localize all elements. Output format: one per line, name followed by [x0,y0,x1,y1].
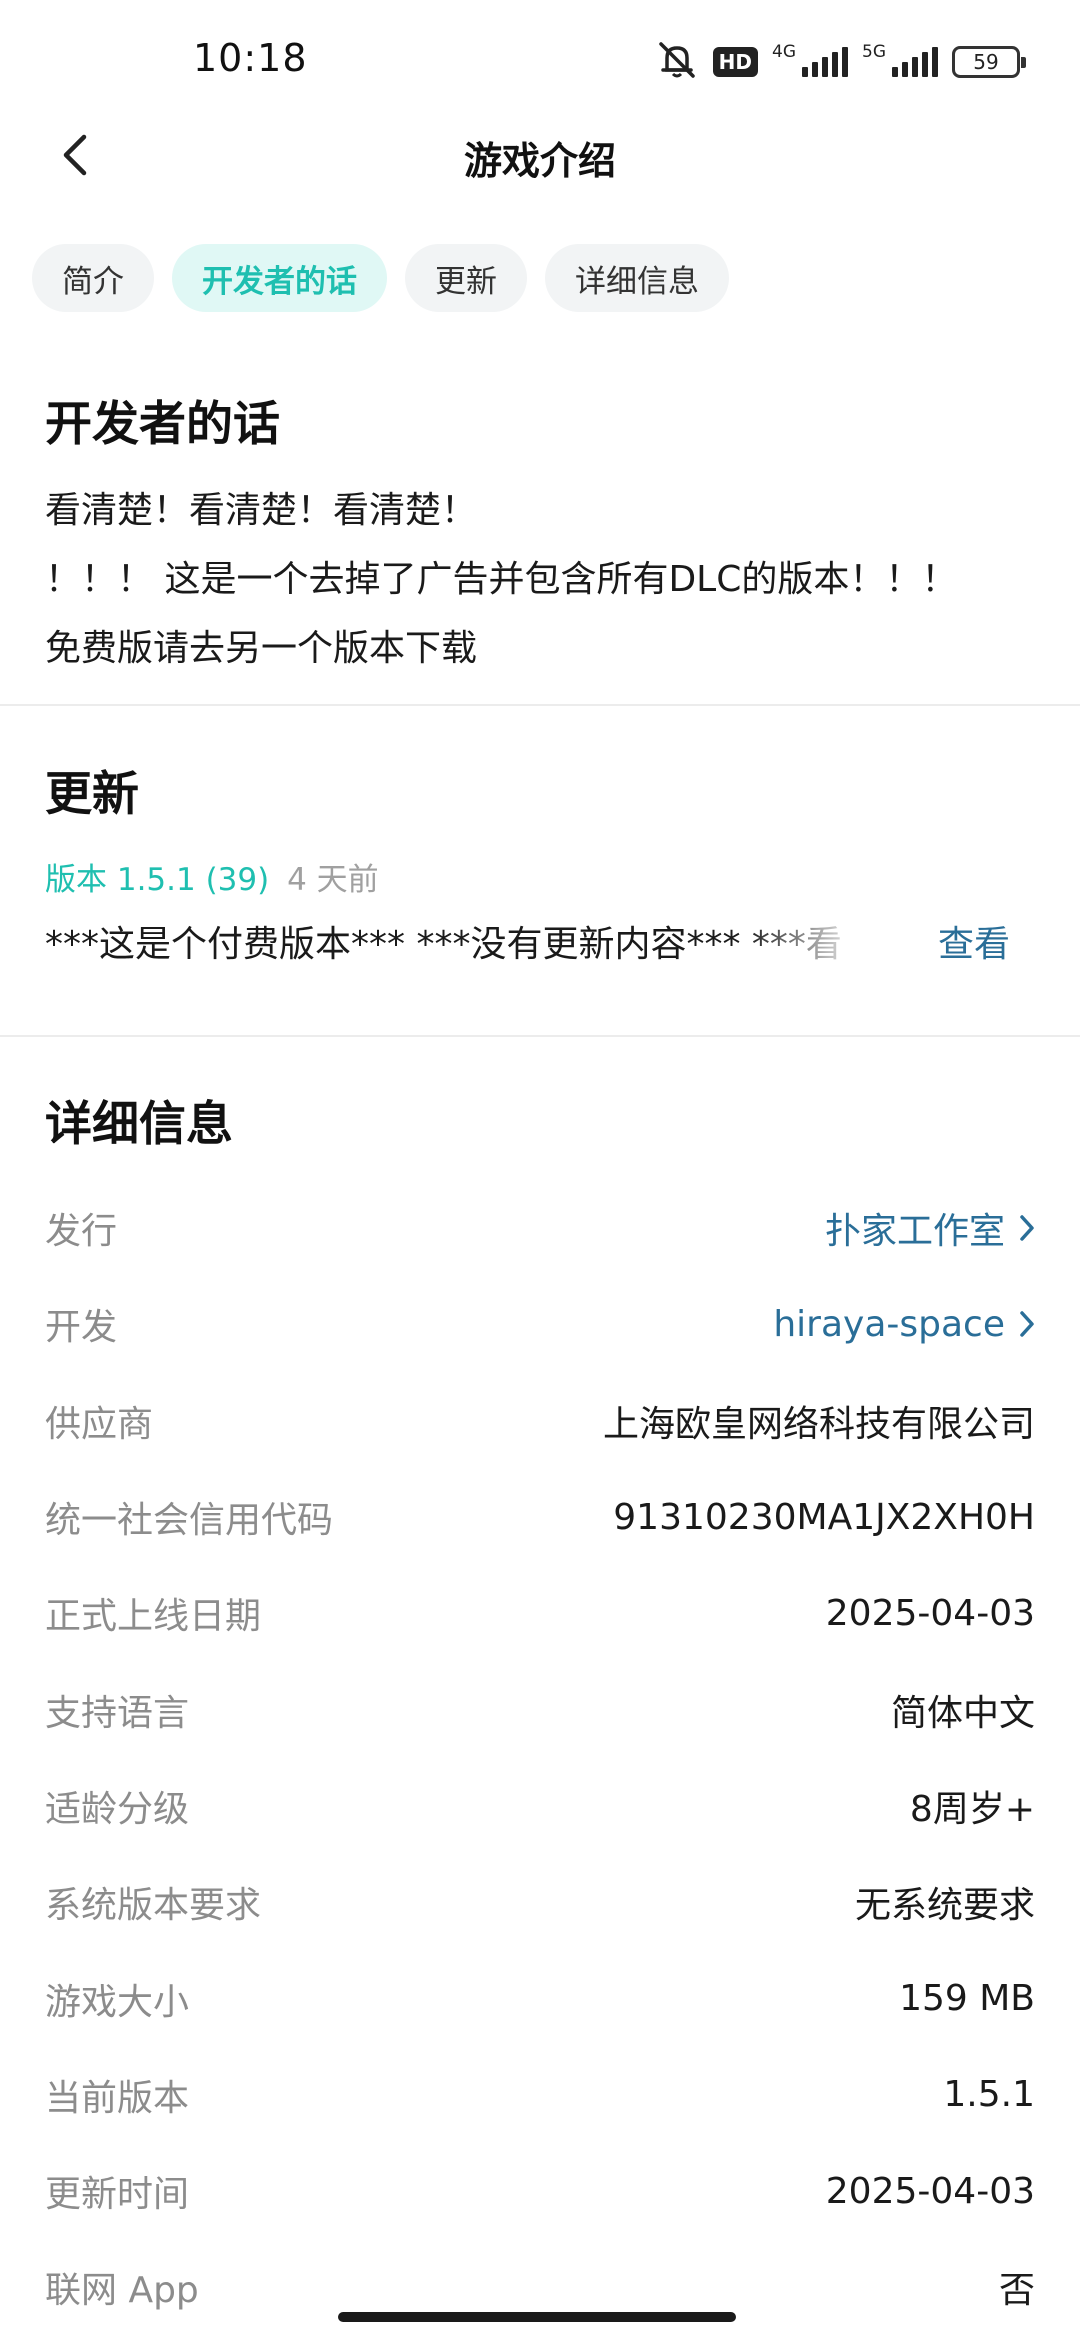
chevron-right-icon [1019,1310,1035,1338]
battery-level: 59 [973,50,999,74]
status-bar: 10:18 HD 4G 5G 59 [0,0,1080,120]
update-summary: ***这是个付费版本*** ***没有更新内容*** ***看 [45,924,842,965]
header: 游戏介绍 [0,110,1080,200]
status-time: 10:18 [193,36,308,80]
section-divider [0,1035,1080,1037]
update-summary-row: ***这是个付费版本*** ***没有更新内容*** ***看 查看 [45,915,1045,975]
detail-value: 2025-04-03 [825,2170,1035,2212]
tab-intro[interactable]: 简介 [32,244,154,312]
details-title: 详细信息 [45,1097,233,1152]
developer-link[interactable]: hiraya-space [773,1304,1005,1345]
detail-label: 联网 App [45,2270,199,2312]
detail-label: 更新时间 [45,2174,190,2216]
detail-value: 简体中文 [890,1692,1035,1734]
version-row: 版本 1.5.1 (39) 4 天前 [45,854,1045,899]
chevron-right-icon [1019,1214,1035,1242]
developer-notes-title: 开发者的话 [45,397,280,452]
detail-value: 8周岁+ [909,1788,1035,1830]
detail-row-credit-code: 统一社会信用代码 91310230MA1JX2XH0H [45,1469,1035,1565]
developer-notes-section: 开发者的话 看清楚！看清楚！看清楚！ ！！！ 这是一个去掉了广告并包含所有DLC… [45,385,1045,683]
signal-5g-icon [892,47,938,77]
detail-value: 1.5.1 [943,2074,1035,2116]
hd-badge: HD [712,47,758,77]
publisher-link[interactable]: 扑家工作室 [825,1202,1005,1254]
tab-update[interactable]: 更新 [405,244,527,312]
detail-label: 系统版本要求 [45,1885,262,1927]
developer-notes-body: 看清楚！看清楚！看清楚！ ！！！ 这是一个去掉了广告并包含所有DLC的版本！！！… [45,476,1045,683]
detail-label: 游戏大小 [45,1981,190,2023]
section-divider [0,704,1080,706]
detail-value: 91310230MA1JX2XH0H [613,1496,1035,1538]
bell-muted-icon [655,40,699,84]
detail-row-language: 支持语言 简体中文 [45,1661,1035,1757]
detail-value: 否 [998,2270,1035,2312]
update-section: 更新 版本 1.5.1 (39) 4 天前 ***这是个付费版本*** ***没… [45,755,1045,975]
detail-label: 正式上线日期 [45,1596,262,1638]
details-list: 发行 扑家工作室 开发 hiraya-space 供应商 上海欧皇网络科技有限公… [45,1180,1035,2336]
home-indicator[interactable] [338,2312,736,2322]
detail-value: 159 MB [899,1978,1035,2020]
game-intro-page: 10:18 HD 4G 5G 59 游戏介绍 简介 开发者的话 更新 详细信息 … [0,0,1080,2340]
detail-row-publisher[interactable]: 发行 扑家工作室 [45,1180,1035,1276]
detail-label: 发行 [45,1211,118,1253]
detail-row-launch-date: 正式上线日期 2025-04-03 [45,1565,1035,1661]
details-section: 详细信息 发行 扑家工作室 开发 hiraya-space 供应商 上海欧皇网络… [45,1085,1035,2336]
tab-bar: 简介 开发者的话 更新 详细信息 [32,244,729,312]
detail-label: 适龄分级 [45,1788,190,1830]
detail-value: hiraya-space [773,1304,1035,1345]
developer-note-line: ！！！ 这是一个去掉了广告并包含所有DLC的版本！！！ [45,559,958,600]
detail-row-system-requirement: 系统版本要求 无系统要求 [45,1854,1035,1950]
detail-row-developer[interactable]: 开发 hiraya-space [45,1276,1035,1372]
signal-4g-icon [802,47,848,77]
detail-row-current-version: 当前版本 1.5.1 [45,2047,1035,2143]
page-title: 游戏介绍 [463,139,616,183]
detail-value: 上海欧皇网络科技有限公司 [602,1403,1035,1445]
version-ago: 4 天前 [287,862,379,898]
detail-label: 供应商 [45,1403,154,1445]
network-5g-label: 5G [862,42,886,62]
network-4g-label: 4G [772,42,796,62]
detail-label: 当前版本 [45,2077,190,2119]
developer-note-line: 免费版请去另一个版本下载 [45,628,478,669]
detail-row-update-time: 更新时间 2025-04-03 [45,2143,1035,2239]
version-label: 版本 1.5.1 (39) [45,862,270,898]
detail-value: 扑家工作室 [825,1202,1035,1254]
detail-label: 统一社会信用代码 [45,1500,334,1542]
detail-row-supplier: 供应商 上海欧皇网络科技有限公司 [45,1373,1035,1469]
tab-details[interactable]: 详细信息 [545,244,729,312]
update-title: 更新 [45,767,139,822]
developer-note-line: 看清楚！看清楚！看清楚！ [45,490,478,531]
battery-icon: 59 [952,46,1026,78]
detail-label: 开发 [45,1307,118,1349]
detail-row-age-rating: 适龄分级 8周岁+ [45,1758,1035,1854]
detail-value: 2025-04-03 [825,1592,1035,1634]
detail-row-game-size: 游戏大小 159 MB [45,1950,1035,2046]
tab-developer-notes[interactable]: 开发者的话 [172,244,387,312]
detail-label: 支持语言 [45,1692,190,1734]
detail-value: 无系统要求 [854,1885,1035,1927]
status-icons: HD 4G 5G 59 [655,40,1026,84]
view-update-button[interactable]: 查看 [938,915,1010,975]
